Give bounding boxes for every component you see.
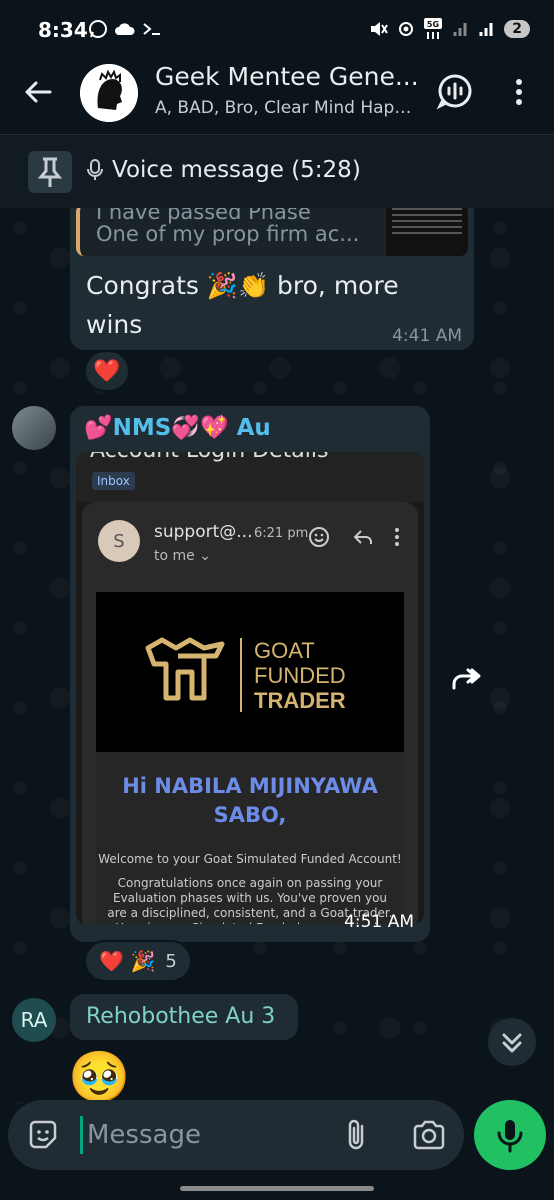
email-subject: Account Login Details bbox=[90, 452, 328, 463]
pin-icon bbox=[28, 151, 72, 193]
microphone-icon bbox=[497, 1120, 523, 1153]
message-input[interactable] bbox=[80, 1116, 320, 1154]
system-icons: 5G 2 bbox=[368, 18, 530, 40]
sender-name[interactable]: Rehobothee Au 3 bbox=[86, 1004, 275, 1029]
emoji-message[interactable]: 🥹 bbox=[68, 1048, 138, 1104]
cloud-icon bbox=[114, 21, 136, 37]
more-vertical-icon bbox=[392, 526, 402, 548]
email-header: Account Login Details Inbox bbox=[76, 452, 424, 502]
email-card: S support@... 6:21 pm to me ⌄ GOAT FUNDE… bbox=[82, 502, 418, 924]
reaction-badge[interactable]: ❤️ 🎉 5 bbox=[84, 940, 192, 982]
chat-title[interactable]: Geek Mentee Gene... bbox=[155, 62, 425, 91]
forward-button[interactable] bbox=[446, 660, 486, 700]
email-from: support@... bbox=[154, 522, 253, 542]
sticker-button[interactable] bbox=[26, 1118, 60, 1152]
forward-icon bbox=[452, 668, 481, 690]
message-bubble[interactable]: 💕NMS💞💖 Au Account Login Details Inbox S … bbox=[70, 406, 430, 942]
reaction-emojis: ❤️ 🎉 bbox=[99, 949, 156, 973]
brand-line-3: TRADER bbox=[254, 688, 346, 713]
status-time: 8:34 bbox=[38, 18, 88, 42]
quoted-message[interactable]: I have passed Phase One of my prop firm … bbox=[76, 208, 468, 256]
chat-header: Geek Mentee Gene... A, BAD, Bro, Clear M… bbox=[0, 62, 554, 134]
sticker-icon bbox=[29, 1120, 57, 1149]
mute-icon bbox=[368, 19, 389, 39]
sender-avatar[interactable]: RA bbox=[12, 998, 56, 1042]
email-time: 6:21 pm bbox=[254, 526, 309, 541]
sender-avatar[interactable] bbox=[12, 406, 56, 450]
camera-button[interactable] bbox=[412, 1118, 446, 1152]
back-button[interactable] bbox=[20, 74, 56, 110]
brand-line-1: GOAT bbox=[254, 638, 315, 663]
pinned-message: Voice message (5:28) bbox=[86, 157, 361, 183]
whatsapp-icon bbox=[88, 19, 108, 39]
hotspot-icon bbox=[396, 19, 416, 39]
scroll-to-bottom-button[interactable] bbox=[488, 1018, 536, 1066]
terminal-icon bbox=[142, 21, 162, 37]
email-welcome: Welcome to your Goat Simulated Funded Ac… bbox=[98, 852, 402, 866]
5g-signal-icon: 5G bbox=[424, 18, 444, 40]
voice-chat-button[interactable] bbox=[436, 72, 474, 110]
chat-messages[interactable]: I have passed Phase One of my prop firm … bbox=[0, 208, 554, 1104]
attach-button[interactable] bbox=[342, 1118, 372, 1152]
notification-icons bbox=[88, 19, 162, 39]
message-composer bbox=[8, 1100, 464, 1170]
brand-banner: GOAT FUNDED TRADER bbox=[96, 592, 404, 752]
brand-name: GOAT FUNDED TRADER bbox=[254, 638, 346, 713]
brand-line-2: FUNDED bbox=[254, 663, 346, 688]
email-sender-avatar: S bbox=[98, 520, 140, 562]
paperclip-icon bbox=[348, 1119, 364, 1150]
geek-logo-icon bbox=[80, 64, 138, 122]
reaction-badge[interactable]: ❤️ bbox=[84, 350, 130, 392]
signal-icon-2 bbox=[478, 20, 496, 38]
reply-icon bbox=[352, 526, 374, 548]
quote-thumbnail bbox=[386, 208, 468, 256]
email-greeting: Hi NABILA MIJINYAWA SABO, bbox=[122, 774, 378, 827]
message-bubble[interactable]: Rehobothee Au 3 bbox=[70, 994, 298, 1040]
navigation-handle[interactable] bbox=[180, 1186, 374, 1191]
image-attachment[interactable]: Account Login Details Inbox S support@..… bbox=[76, 452, 424, 924]
smiley-icon bbox=[308, 526, 330, 548]
voice-record-button[interactable] bbox=[474, 1100, 546, 1170]
message-time: 4:41 AM bbox=[392, 326, 462, 346]
more-vertical-icon bbox=[516, 79, 522, 105]
battery-indicator: 2 bbox=[504, 20, 530, 38]
pinned-label: Voice message (5:28) bbox=[112, 157, 361, 183]
email-to-label: to me bbox=[154, 548, 195, 564]
goat-logo-icon bbox=[142, 636, 228, 708]
microphone-icon bbox=[86, 158, 104, 182]
signal-icon bbox=[452, 20, 470, 38]
message-time: 4:51 AM bbox=[344, 912, 414, 932]
inbox-tag: Inbox bbox=[92, 472, 135, 490]
message-bubble[interactable]: I have passed Phase One of my prop firm … bbox=[70, 208, 474, 350]
svg-text:5G: 5G bbox=[427, 20, 439, 29]
brand-divider bbox=[240, 638, 242, 712]
chat-members[interactable]: A, BAD, Bro, Clear Mind Happ... bbox=[155, 98, 415, 118]
chevron-down-icon: ⌄ bbox=[199, 548, 211, 564]
email-to: to me ⌄ bbox=[154, 548, 211, 564]
sender-name[interactable]: 💕NMS💞💖 Au bbox=[84, 414, 271, 441]
more-options-button[interactable] bbox=[508, 76, 530, 110]
status-bar: 8:34 5G 2 bbox=[0, 0, 554, 62]
group-avatar[interactable] bbox=[80, 64, 138, 122]
arrow-left-icon bbox=[25, 81, 52, 103]
quote-line-2: One of my prop firm ac... bbox=[96, 222, 360, 246]
reaction-count: 5 bbox=[165, 950, 177, 972]
camera-icon bbox=[413, 1120, 445, 1150]
double-chevron-down-icon bbox=[502, 1033, 522, 1053]
email-body: Hi NABILA MIJINYAWA SABO, Welcome to you… bbox=[96, 752, 404, 924]
pinned-message-bar[interactable]: Voice message (5:28) bbox=[0, 134, 554, 208]
voice-chat-icon bbox=[436, 74, 472, 110]
